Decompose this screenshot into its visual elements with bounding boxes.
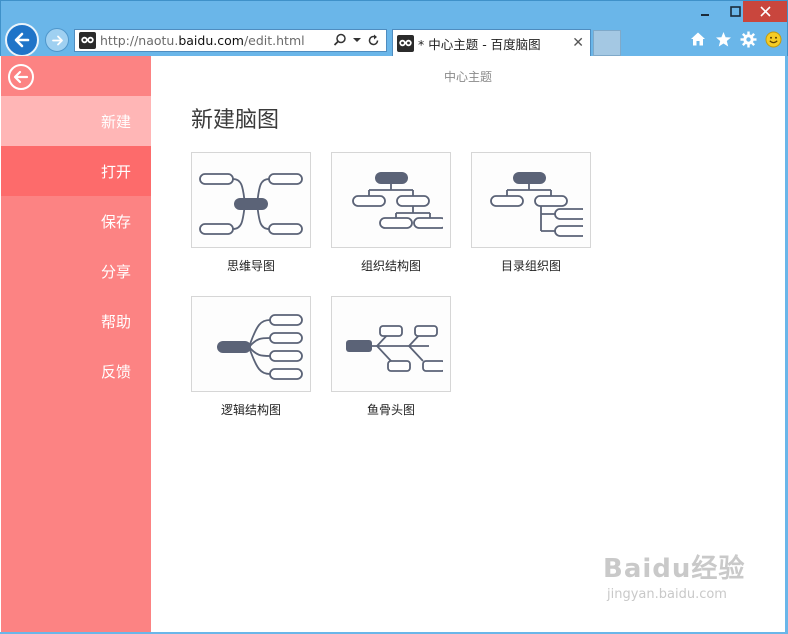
watermark-main: Baidu经验 bbox=[603, 554, 746, 584]
favorites-star-icon[interactable] bbox=[714, 30, 732, 48]
sidebar-item-new[interactable]: 新建 bbox=[1, 96, 151, 146]
sidebar-item-label: 分享 bbox=[100, 262, 131, 281]
watermark: Baidu经验 jingyan.baidu.com bbox=[603, 548, 753, 618]
sidebar-item-share[interactable]: 分享 bbox=[1, 246, 151, 296]
chevron-down-icon[interactable] bbox=[353, 36, 361, 44]
naotu-favicon-icon bbox=[79, 32, 96, 49]
fishbone-chart-icon bbox=[346, 325, 443, 372]
browser-back-button[interactable] bbox=[5, 23, 39, 57]
tab-active[interactable]: * 中心主题 - 百度脑图 ✕ bbox=[392, 29, 591, 57]
sidebar-menu: 新建 打开 保存 分享 帮助 反馈 bbox=[1, 96, 151, 396]
template-thumbnail bbox=[331, 152, 451, 248]
template-label: 组织结构图 bbox=[360, 259, 421, 273]
sidebar-back-button[interactable] bbox=[7, 63, 35, 91]
sidebar-item-label: 保存 bbox=[100, 212, 131, 231]
template-label: 逻辑结构图 bbox=[220, 403, 281, 417]
browser-forward-button[interactable] bbox=[45, 28, 69, 52]
search-icon[interactable] bbox=[333, 33, 347, 47]
template-thumbnail bbox=[331, 296, 451, 392]
sidebar: 新建 打开 保存 分享 帮助 反馈 bbox=[1, 56, 151, 633]
template-thumbnail bbox=[471, 152, 591, 248]
sidebar-item-feedback[interactable]: 反馈 bbox=[1, 346, 151, 396]
tab-title: * 中心主题 - 百度脑图 bbox=[418, 37, 541, 52]
sidebar-item-save[interactable]: 保存 bbox=[1, 196, 151, 246]
sidebar-item-label: 打开 bbox=[100, 162, 131, 181]
sidebar-item-help[interactable]: 帮助 bbox=[1, 296, 151, 346]
template-label: 鱼骨头图 bbox=[366, 403, 415, 417]
address-bar[interactable]: http://naotu. baidu.com/edit.html bbox=[74, 29, 387, 52]
sidebar-item-label: 帮助 bbox=[100, 312, 131, 331]
browser-chrome: http://naotu. baidu.com/edit.html * 中心主题 … bbox=[0, 0, 788, 57]
org-chart-icon bbox=[352, 172, 443, 229]
tab-close-icon[interactable]: ✕ bbox=[572, 35, 584, 51]
refresh-icon[interactable] bbox=[367, 34, 380, 47]
forward-arrow-icon bbox=[51, 35, 63, 45]
watermark-sub: jingyan.baidu.com bbox=[607, 587, 727, 602]
back-arrow-icon bbox=[14, 32, 30, 48]
template-thumbnail bbox=[191, 152, 311, 248]
template-directory-chart[interactable]: 目录组织图 bbox=[471, 152, 591, 274]
template-org-chart[interactable]: 组织结构图 bbox=[331, 152, 451, 274]
template-fishbone-chart[interactable]: 鱼骨头图 bbox=[331, 296, 451, 418]
close-icon[interactable] bbox=[743, 1, 787, 22]
url-path: /edit.html bbox=[243, 33, 305, 48]
template-mind-map[interactable]: 思维导图 bbox=[191, 152, 311, 274]
main-panel: 中心主题 新建脑图 思维导图 组织结构图 目录组织图 逻辑结构图 鱼骨头图 Ba… bbox=[151, 56, 785, 633]
logic-chart-icon bbox=[217, 314, 303, 380]
home-icon[interactable] bbox=[689, 30, 707, 48]
sidebar-item-open[interactable]: 打开 bbox=[1, 146, 151, 196]
document-title: 中心主题 bbox=[443, 70, 492, 84]
sidebar-item-label: 反馈 bbox=[100, 362, 131, 381]
sidebar-item-label: 新建 bbox=[100, 112, 131, 131]
directory-chart-icon bbox=[490, 172, 583, 237]
back-circle-icon bbox=[8, 64, 34, 90]
naotu-favicon-icon bbox=[397, 35, 414, 52]
minimize-icon[interactable] bbox=[689, 1, 721, 22]
template-label: 思维导图 bbox=[226, 259, 275, 273]
page-title: 新建脑图 bbox=[191, 108, 280, 133]
template-label: 目录组织图 bbox=[500, 259, 561, 273]
feedback-smiley-icon[interactable] bbox=[764, 30, 782, 48]
url-prefix: http://naotu. bbox=[100, 33, 179, 48]
template-logic-chart[interactable]: 逻辑结构图 bbox=[191, 296, 311, 418]
new-tab-button[interactable] bbox=[593, 30, 621, 56]
settings-gear-icon[interactable] bbox=[739, 30, 757, 48]
url-domain: baidu.com bbox=[178, 33, 244, 48]
template-thumbnail bbox=[191, 296, 311, 392]
mind-map-icon bbox=[199, 173, 303, 235]
